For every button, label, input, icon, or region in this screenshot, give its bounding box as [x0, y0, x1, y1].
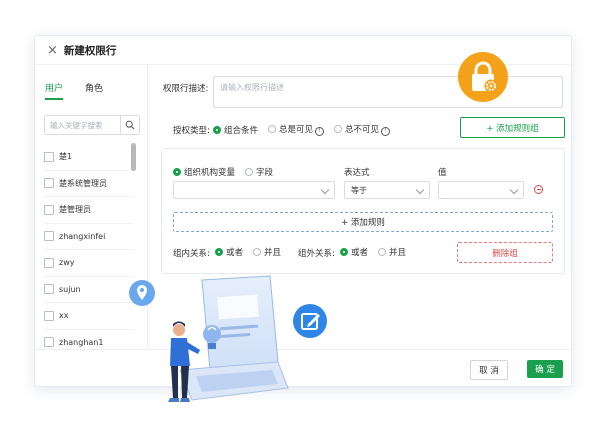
radio[interactable]	[268, 125, 277, 133]
info-icon[interactable]: !	[381, 127, 391, 136]
edit-icon	[293, 304, 327, 338]
list-item[interactable]: 楚系统管理员	[44, 171, 134, 197]
dialog-footer: 取 消 确 定	[35, 349, 571, 386]
outer-relation-radio-group: 或者 并且	[340, 246, 406, 258]
user-name: xx	[59, 311, 69, 321]
info-icon[interactable]: !	[315, 127, 325, 136]
field-type-field[interactable]: 字段	[245, 166, 273, 178]
add-rule-group-button[interactable]: + 添加规则组	[460, 117, 565, 138]
user-name: 楚1	[59, 152, 73, 162]
user-list: 楚1 楚系统管理员 楚管理员 zhangxinfei zwy sujun xx …	[44, 144, 134, 350]
list-item[interactable]: zhanghan1	[44, 330, 134, 351]
inner-relation-or[interactable]: 或者	[215, 246, 243, 258]
user-list-scrollbar[interactable]	[131, 143, 136, 171]
field-type-radio-group: 组织机构变量 字段	[173, 166, 273, 178]
value-select[interactable]	[438, 181, 524, 199]
radio[interactable]	[253, 248, 262, 256]
confirm-button[interactable]: 确 定	[527, 360, 563, 378]
inner-relation-label: 组内关系:	[173, 249, 210, 259]
user-role-tabs: 用户 角色	[45, 81, 103, 100]
user-checkbox[interactable]	[44, 178, 54, 189]
inner-relation-radio-group: 或者 并且	[215, 246, 281, 258]
auth-type-option-always-visible[interactable]: 总是可见!	[268, 123, 325, 136]
radio[interactable]	[334, 125, 343, 133]
radio-selected[interactable]	[215, 248, 223, 256]
radio[interactable]	[245, 168, 254, 176]
list-item[interactable]: zhangxinfei	[44, 224, 134, 250]
user-checkbox[interactable]	[44, 151, 54, 162]
person-with-laptop-illustration	[168, 275, 289, 402]
value-label: 值	[438, 168, 447, 178]
list-item[interactable]: 楚管理员	[44, 197, 134, 224]
add-rule-button[interactable]: + 添加规则	[173, 212, 553, 232]
close-icon[interactable]: ×	[47, 44, 58, 57]
user-checkbox[interactable]	[44, 284, 54, 295]
outer-relation-or[interactable]: 或者	[340, 246, 368, 258]
search-button[interactable]	[120, 116, 139, 134]
inner-relation-and[interactable]: 并且	[253, 246, 281, 258]
list-item[interactable]: sujun	[44, 277, 134, 303]
radio-selected[interactable]	[213, 125, 221, 134]
field-select[interactable]	[173, 181, 335, 199]
list-item[interactable]: zwy	[44, 250, 134, 277]
user-name: zhanghan1	[59, 337, 104, 347]
tab-roles[interactable]: 角色	[85, 81, 103, 100]
user-checkbox[interactable]	[44, 231, 54, 242]
chevron-down-icon	[320, 185, 330, 195]
user-checkbox[interactable]	[44, 310, 54, 321]
user-name: 楚管理员	[59, 205, 91, 215]
search-box	[44, 115, 140, 135]
search-icon	[125, 120, 135, 130]
radio-selected[interactable]	[173, 168, 181, 176]
lock-gear-icon	[458, 52, 508, 102]
cancel-button[interactable]: 取 消	[470, 360, 508, 380]
search-input[interactable]	[45, 116, 120, 134]
desc-label: 权限行描述:	[163, 84, 209, 94]
remove-rule-icon[interactable]	[534, 185, 543, 194]
chevron-down-icon	[509, 185, 519, 195]
auth-type-radio-group: 组合条件 总是可见! 总不可见!	[213, 123, 391, 136]
field-type-org-variable[interactable]: 组织机构变量	[173, 166, 235, 178]
left-panel: 用户 角色 楚1 楚系统管理员 楚管理员 zhangxinfei zwy suj…	[35, 64, 148, 350]
user-name: sujun	[59, 284, 81, 294]
user-checkbox[interactable]	[44, 204, 54, 215]
radio[interactable]	[378, 248, 387, 256]
user-name: zwy	[59, 258, 75, 268]
outer-relation-label: 组外关系:	[298, 249, 335, 259]
user-name: zhangxinfei	[59, 231, 106, 241]
desc-textarea[interactable]: 请输入权限行描述	[213, 76, 563, 108]
radio-selected[interactable]	[340, 248, 348, 256]
auth-type-option-combined[interactable]: 组合条件	[213, 124, 258, 136]
dialog-title: 新建权限行	[63, 44, 117, 57]
expression-select[interactable]: 等于	[344, 181, 430, 199]
outer-relation-and[interactable]: 并且	[378, 246, 406, 258]
expression-label: 表达式	[344, 168, 370, 178]
user-checkbox[interactable]	[44, 337, 54, 348]
chevron-down-icon	[415, 185, 425, 195]
auth-type-option-never-visible[interactable]: 总不可见!	[334, 123, 391, 136]
list-item[interactable]: 楚1	[44, 144, 134, 171]
list-item[interactable]: xx	[44, 303, 134, 330]
delete-group-button[interactable]: 删除组	[457, 242, 553, 263]
user-checkbox[interactable]	[44, 257, 54, 268]
tab-users[interactable]: 用户	[45, 81, 64, 100]
user-name: 楚系统管理员	[59, 178, 107, 188]
auth-type-label: 授权类型:	[173, 126, 210, 136]
